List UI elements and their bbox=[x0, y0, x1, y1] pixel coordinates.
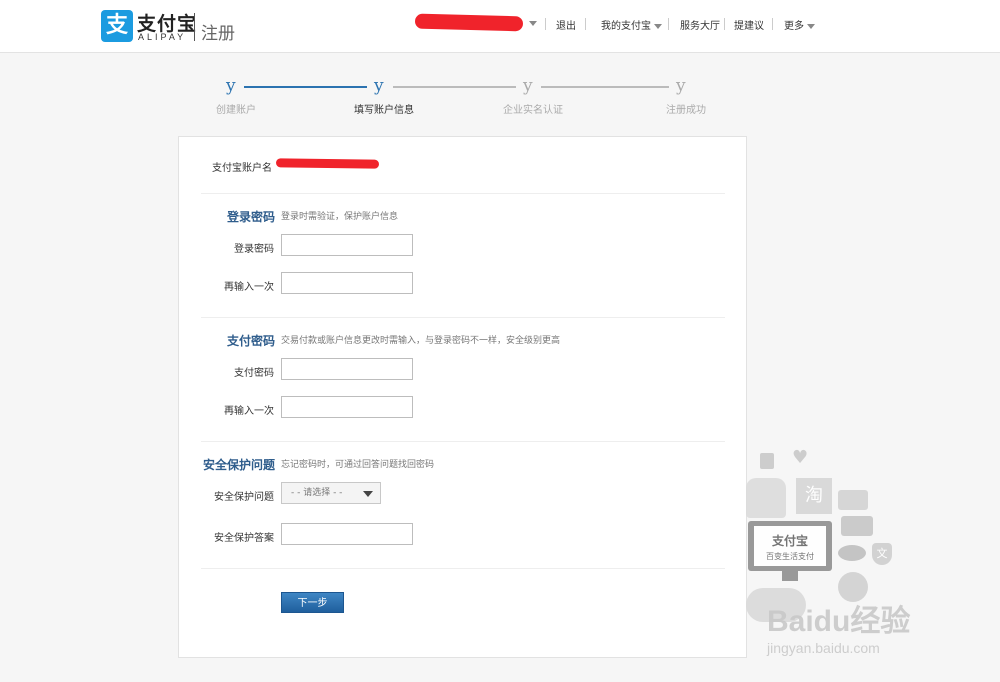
step-3-label: 企业实名认证 bbox=[503, 105, 563, 116]
step-connector bbox=[541, 86, 669, 88]
monitor-screen: 支付宝 百变生活支付 bbox=[754, 526, 826, 566]
card-icon bbox=[838, 490, 868, 510]
my-alipay-menu[interactable]: 我的支付宝 bbox=[601, 17, 662, 32]
step-1-marker: y bbox=[226, 76, 236, 96]
monitor-stand bbox=[782, 571, 798, 581]
monitor-icon: 支付宝 百变生活支付 bbox=[748, 521, 832, 571]
suggest-link[interactable]: 提建议 bbox=[734, 17, 764, 32]
next-step-button[interactable]: 下一步 bbox=[281, 592, 344, 613]
redacted-account-name bbox=[275, 158, 380, 169]
brand-divider bbox=[194, 13, 195, 41]
login-password-confirm-label: 再输入一次 bbox=[224, 282, 274, 293]
login-password-label: 登录密码 bbox=[234, 244, 274, 255]
nav-divider bbox=[545, 18, 546, 30]
more-label: 更多 bbox=[784, 21, 804, 32]
step-connector-done bbox=[244, 86, 367, 88]
lock-icon bbox=[760, 453, 774, 469]
nav-divider bbox=[585, 18, 586, 30]
page-title: 注册 bbox=[201, 24, 235, 44]
pay-password-title: 支付密码 bbox=[227, 334, 276, 348]
promo-card-title: 支付宝 bbox=[771, 534, 808, 548]
section-divider bbox=[201, 441, 725, 442]
promo-card-subtitle: 百变生活支付 bbox=[766, 552, 814, 561]
pay-password-confirm-input[interactable] bbox=[281, 396, 413, 418]
login-password-title: 登录密码 bbox=[227, 210, 276, 224]
watermark-url: jingyan.baidu.com bbox=[767, 640, 880, 656]
section-divider bbox=[201, 193, 725, 194]
hand-icon bbox=[746, 478, 786, 518]
security-question-title: 安全保护问题 bbox=[203, 458, 276, 472]
step-4-label: 注册成功 bbox=[666, 105, 706, 116]
logout-link[interactable]: 退出 bbox=[556, 17, 576, 32]
security-answer-label: 安全保护答案 bbox=[214, 533, 274, 544]
section-divider bbox=[201, 317, 725, 318]
chevron-down-icon bbox=[654, 23, 662, 29]
taobao-icon: 淘 bbox=[796, 478, 832, 514]
user-menu-chevron-icon[interactable] bbox=[529, 21, 537, 26]
baidu-jingyan-logo: Baidu经验 bbox=[767, 605, 911, 638]
pay-password-confirm-label: 再输入一次 bbox=[224, 406, 274, 417]
cup-icon bbox=[838, 545, 866, 561]
account-name-label: 支付宝账户名 bbox=[212, 163, 272, 174]
dropdown-arrow-icon bbox=[363, 491, 373, 497]
alipay-logo-icon[interactable]: 支 bbox=[101, 10, 133, 42]
chevron-down-icon bbox=[807, 23, 815, 29]
pay-password-input[interactable] bbox=[281, 358, 413, 380]
redacted-username bbox=[414, 13, 524, 32]
more-menu[interactable]: 更多 bbox=[784, 17, 815, 32]
security-answer-input[interactable] bbox=[281, 523, 413, 545]
pay-password-desc: 交易付款或账户信息更改时需输入，与登录密码不一样，安全级别更高 bbox=[281, 336, 561, 346]
wallet-icon bbox=[841, 516, 873, 536]
step-connector bbox=[393, 86, 516, 88]
brand-subtitle: ALIPAY bbox=[138, 32, 187, 42]
my-alipay-label: 我的支付宝 bbox=[601, 21, 651, 32]
shield-icon: 文 bbox=[872, 543, 892, 565]
security-question-select[interactable]: - - 请选择 - - bbox=[281, 482, 381, 504]
nav-divider bbox=[772, 18, 773, 30]
login-password-input[interactable] bbox=[281, 234, 413, 256]
step-2-label: 填写账户信息 bbox=[354, 105, 414, 116]
step-4-marker: y bbox=[676, 76, 686, 96]
login-password-confirm-input[interactable] bbox=[281, 272, 413, 294]
heart-icon: ♥ bbox=[792, 447, 809, 468]
login-password-desc: 登录时需验证，保护账户信息 bbox=[281, 212, 399, 222]
step-1-label: 创建账户 bbox=[216, 105, 256, 116]
security-question-desc: 忘记密码时，可通过回答问题找回密码 bbox=[281, 460, 435, 470]
section-divider bbox=[201, 568, 725, 569]
select-placeholder: - - 请选择 - - bbox=[291, 488, 343, 498]
step-2-marker: y bbox=[374, 76, 384, 96]
security-question-label: 安全保护问题 bbox=[214, 492, 274, 503]
step-3-marker: y bbox=[523, 76, 533, 96]
top-header: 支 支付宝 ALIPAY 注册 退出 我的支付宝 服务大厅 提建议 更多 bbox=[0, 0, 1000, 53]
nav-divider bbox=[668, 18, 669, 30]
service-hall-link[interactable]: 服务大厅 bbox=[680, 17, 720, 32]
nav-divider bbox=[724, 18, 725, 30]
pay-password-label: 支付密码 bbox=[234, 368, 274, 379]
